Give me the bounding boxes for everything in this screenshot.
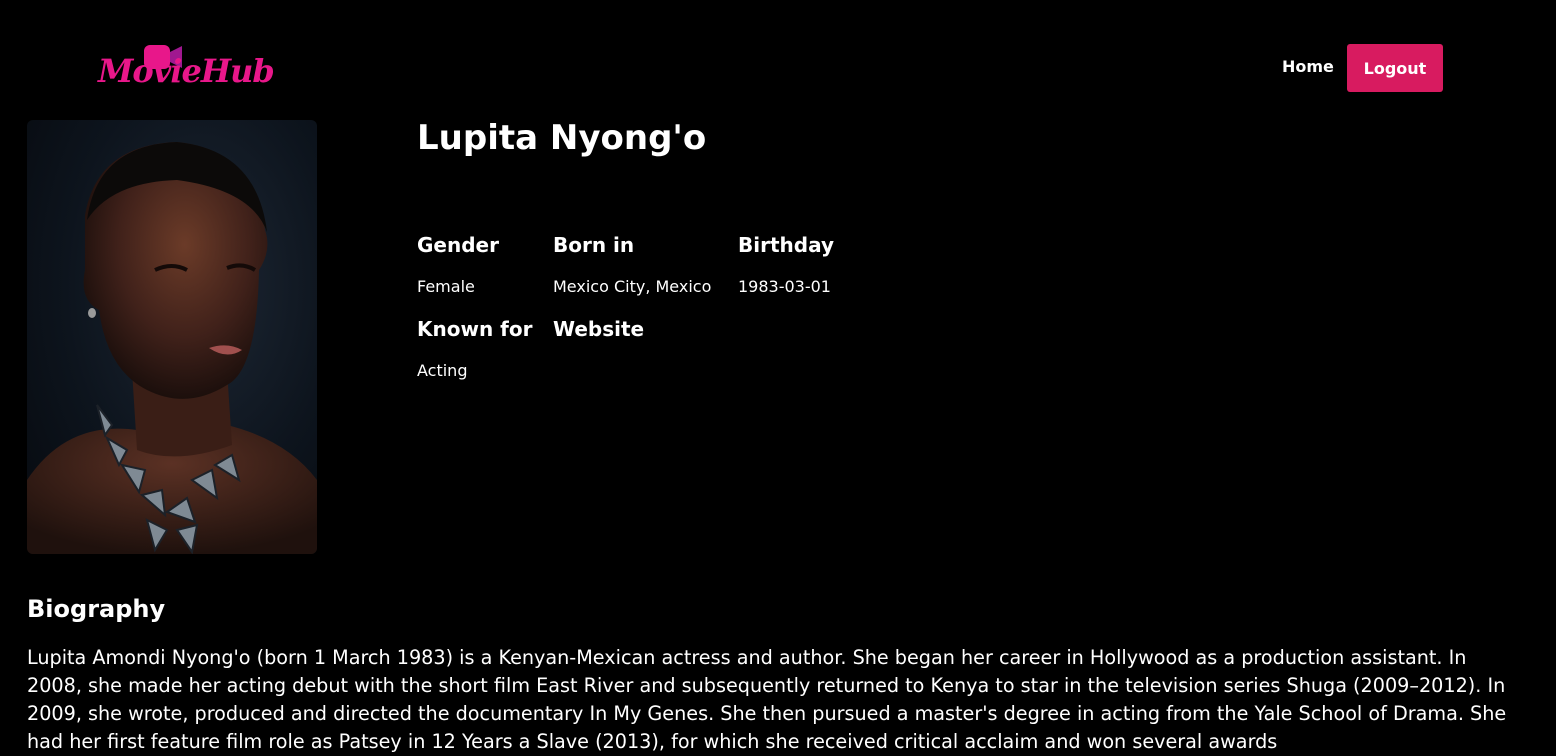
known-for-value: Acting <box>417 361 468 380</box>
gender-label: Gender <box>417 233 499 257</box>
moviehub-logo[interactable]: MovieHub <box>98 44 275 100</box>
person-name: Lupita Nyong'o <box>417 118 707 158</box>
biography-text: Lupita Amondi Nyong'o (born 1 March 1983… <box>27 646 1507 753</box>
portrait-image <box>27 142 317 554</box>
website-label: Website <box>553 317 645 341</box>
birthday-value: 1983-03-01 <box>738 277 831 296</box>
born-in-value: Mexico City, Mexico <box>553 277 712 296</box>
gender-value: Female <box>417 277 475 296</box>
birthday-label: Birthday <box>738 233 834 257</box>
logo-text: MovieHub <box>98 52 275 90</box>
profile-photo <box>27 120 317 554</box>
logout-button[interactable]: Logout <box>1347 44 1443 92</box>
biography-title: Biography <box>27 595 166 623</box>
born-in-label: Born in <box>553 233 635 257</box>
nav-home-link[interactable]: Home <box>1282 57 1334 76</box>
known-for-label: Known for <box>417 317 533 341</box>
